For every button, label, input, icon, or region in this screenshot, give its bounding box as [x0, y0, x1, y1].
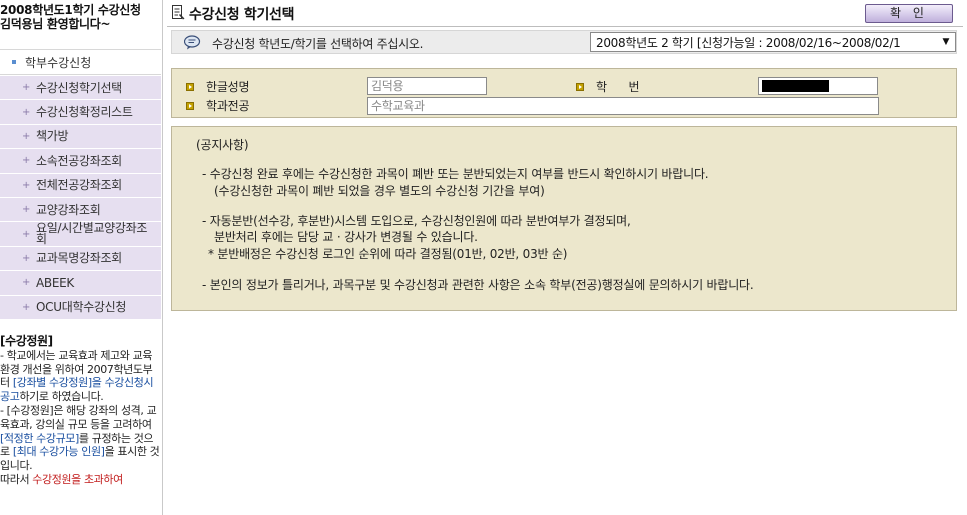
sidebar-item-label: 전체전공강좌조회	[36, 178, 122, 193]
plus-icon: +	[22, 228, 31, 240]
student-id-label: 학 번	[596, 80, 640, 94]
student-info-panel: 한글성명 김덕용 학 번 학과전공 수학교육과	[171, 68, 957, 118]
sidebar-item-all-major-courses[interactable]: + 전체전공강좌조회	[0, 173, 161, 198]
notice-paragraph-1: - 학교에서는 교육효과 제고와 교육환경 개선을 위하여 2007학년도부터 …	[0, 349, 161, 404]
sidebar-item-label: 요일/시간별교양강좌조회	[36, 221, 148, 247]
notice-paragraph-3: 따라서 수강정원을 초과하여	[0, 473, 161, 487]
notice-line: 분반처리 후에는 담당 교 · 강사가 변경될 수 있습니다.	[214, 230, 478, 244]
sidebar-divider	[162, 0, 163, 515]
page-title: 수강신청 학기선택	[189, 7, 295, 23]
main-content: 수강신청 학기선택 확 인 수강신청 학년도/학기를 선택하여 주십시오. 20…	[167, 0, 963, 515]
sidebar-item-abeek[interactable]: + ABEEK	[0, 271, 161, 296]
notice-panel: (공지사항) - 수강신청 완료 후에는 수강신청한 과목이 폐반 또는 분반되…	[171, 126, 957, 311]
speech-bubble-icon	[184, 35, 201, 50]
notice-highlight: [최대 수강가능 인원]	[12, 445, 105, 459]
sidebar-item-own-major-courses[interactable]: + 소속전공강좌조회	[0, 149, 161, 174]
name-field[interactable]: 김덕용	[367, 77, 487, 95]
sidebar-item-label: 책가방	[36, 129, 69, 144]
sidebar-item-liberal-by-time[interactable]: + 요일/시간별교양강좌조회	[0, 221, 161, 247]
notice-line: - 본인의 정보가 틀리거나, 과목구분 및 수강신청과 관련한 사항은 소속 …	[202, 278, 754, 292]
sidebar-item-label: 수강신청학기선택	[36, 80, 122, 95]
redaction-block	[762, 80, 829, 92]
plus-icon: +	[22, 130, 31, 142]
name-label: 한글성명	[206, 80, 250, 94]
caret-down-icon[interactable]: ▼	[937, 33, 955, 51]
notice-text: 따라서	[0, 472, 33, 486]
notice-line: - 수강신청 완료 후에는 수강신청한 과목이 폐반 또는 분반되었는지 여부를…	[202, 167, 709, 181]
notice-highlight: [적정한 수강규모]	[0, 431, 79, 445]
plus-icon: +	[22, 106, 31, 118]
plus-icon: +	[22, 204, 31, 216]
department-label: 학과전공	[206, 99, 250, 113]
term-selection-bar: 수강신청 학년도/학기를 선택하여 주십시오. 2008학년도 2 학기 [신청…	[171, 30, 957, 54]
plus-icon: +	[22, 252, 31, 264]
square-bullet-icon	[12, 60, 16, 64]
welcome-message: 2008학년도1학기 수강신청 김덕용님 환영합니다~	[0, 3, 141, 31]
term-select[interactable]: 2008학년도 2 학기 [신청가능일 : 2008/02/16~2008/02…	[590, 32, 956, 52]
notice-line: (수강신청한 과목이 폐반 되었을 경우 별도의 수강신청 기간을 부여)	[214, 184, 545, 198]
sidebar-item-liberal-arts-courses[interactable]: + 교양강좌조회	[0, 197, 161, 223]
page-title-bar: 수강신청 학기선택 확 인	[167, 0, 963, 27]
plus-icon: +	[22, 179, 31, 191]
notice-heading: (공지사항)	[196, 138, 249, 152]
notice-paragraph-2: - [수강정원]은 해당 강좌의 성격, 교육효과, 강의실 규모 등을 고려하…	[0, 404, 161, 473]
sidebar-item-label: 수강신청확정리스트	[36, 105, 133, 120]
sidebar-item-ocu-registration[interactable]: + OCU대학수강신청	[0, 295, 161, 320]
menu-section-label: 학부수강신청	[25, 55, 92, 70]
sidebar-item-label: 교양강좌조회	[36, 202, 101, 217]
sidebar-item-term-select[interactable]: + 수강신청학기선택	[0, 76, 161, 101]
notice-alert: 수강정원을 초과하여	[32, 472, 123, 486]
notice-line: - 자동분반(선수강, 후분반)시스템 도입으로, 수강신청인원에 따라 분반여…	[202, 214, 631, 228]
sidebar-item-course-name-search[interactable]: + 교과목명강좌조회	[0, 246, 161, 272]
notice-text: - [수강정원]은 해당 강좌의 성격, 교육효과, 강의실 규모 등을 고려하…	[0, 403, 157, 431]
sidebar-item-bookbag[interactable]: + 책가방	[0, 124, 161, 150]
plus-icon: +	[22, 277, 31, 289]
term-select-value: 2008학년도 2 학기 [신청가능일 : 2008/02/16~2008/02…	[596, 35, 901, 50]
term-instruction: 수강신청 학년도/학기를 선택하여 주십시오.	[212, 37, 424, 51]
arrow-bullet-icon	[576, 83, 584, 91]
notice-text: 하기로 하였습니다.	[19, 390, 104, 404]
sidebar-item-label: 소속전공강좌조회	[36, 153, 122, 168]
sidebar-item-confirmed-list[interactable]: + 수강신청확정리스트	[0, 100, 161, 125]
menu-section-undergrad-registration[interactable]: 학부수강신청	[0, 49, 161, 75]
notice-title: [수강정원]	[0, 334, 53, 348]
arrow-bullet-icon	[186, 102, 194, 110]
enrollment-capacity-notice: [수강정원] - 학교에서는 교육효과 제고와 교육환경 개선을 위하여 200…	[0, 334, 161, 487]
sidebar: 2008학년도1학기 수강신청 김덕용님 환영합니다~ 학부수강신청 + 수강신청…	[0, 0, 161, 515]
plus-icon: +	[22, 82, 31, 94]
student-id-field[interactable]	[758, 77, 878, 95]
plus-icon: +	[22, 301, 31, 313]
document-icon	[172, 5, 185, 20]
notice-line: * 분반배정은 수강신청 로그인 순위에 따라 결정됨(01반, 02반, 03…	[208, 247, 568, 261]
department-field[interactable]: 수학교육과	[367, 97, 879, 115]
confirm-button[interactable]: 확 인	[865, 4, 953, 23]
plus-icon: +	[22, 155, 31, 167]
sidebar-item-label: 교과목명강좌조회	[36, 251, 122, 266]
sidebar-item-label: ABEEK	[36, 275, 74, 290]
sidebar-item-label: OCU대학수강신청	[36, 300, 127, 315]
arrow-bullet-icon	[186, 83, 194, 91]
sidebar-menu: + 수강신청학기선택 + 수강신청확정리스트 + 책가방 + 소속전공강좌조회 + 전체전…	[0, 76, 161, 320]
